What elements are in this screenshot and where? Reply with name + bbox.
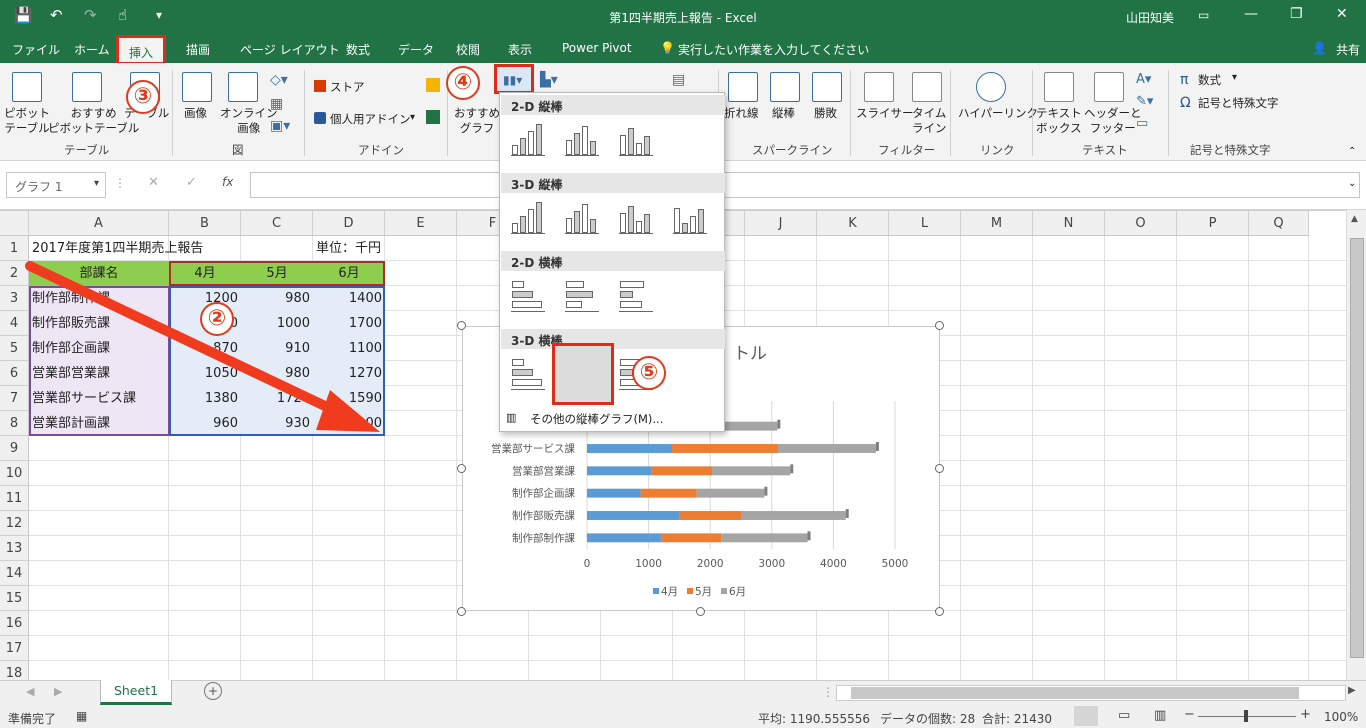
- normal-view-icon[interactable]: [1074, 706, 1098, 726]
- red-arrow-annotation: [25, 261, 380, 432]
- vertical-scrollbar[interactable]: ▲: [1346, 210, 1366, 680]
- scroll-up-icon[interactable]: ▲: [1351, 214, 1358, 224]
- status-bar: 準備完了 ▦ 平均: 1190.555556 データの個数: 28 合計: 21…: [0, 705, 1366, 728]
- status-count: データの個数: 28: [880, 712, 976, 726]
- scroll-right-icon[interactable]: ▶: [1348, 685, 1356, 696]
- status-average: 平均: 1190.555556: [758, 712, 871, 726]
- next-sheet-icon[interactable]: ▶: [54, 685, 62, 698]
- prev-sheet-icon[interactable]: ◀: [26, 685, 34, 698]
- page-layout-view-icon[interactable]: ▭: [1118, 708, 1130, 723]
- zoom-slider-thumb[interactable]: [1244, 710, 1248, 722]
- page-break-view-icon[interactable]: ▥: [1154, 708, 1166, 723]
- zoom-out-icon[interactable]: −: [1184, 707, 1195, 722]
- macro-record-icon[interactable]: ▦: [76, 709, 87, 723]
- scroll-thumb[interactable]: [851, 687, 1299, 699]
- zoom-level[interactable]: 100%: [1324, 710, 1358, 724]
- scroll-thumb[interactable]: [1350, 238, 1364, 658]
- sheet-tabs-bar: ◀ ▶ Sheet1 + ⋮ ▶: [0, 680, 1366, 705]
- status-ready: 準備完了: [8, 712, 57, 726]
- status-sum: 合計: 21430: [982, 712, 1053, 726]
- more-icon: ⋮: [822, 685, 834, 699]
- add-sheet-button[interactable]: +: [204, 682, 222, 700]
- horizontal-scrollbar[interactable]: [836, 685, 1346, 701]
- sheet-tab-sheet1[interactable]: Sheet1: [100, 680, 172, 705]
- zoom-in-icon[interactable]: +: [1300, 707, 1311, 722]
